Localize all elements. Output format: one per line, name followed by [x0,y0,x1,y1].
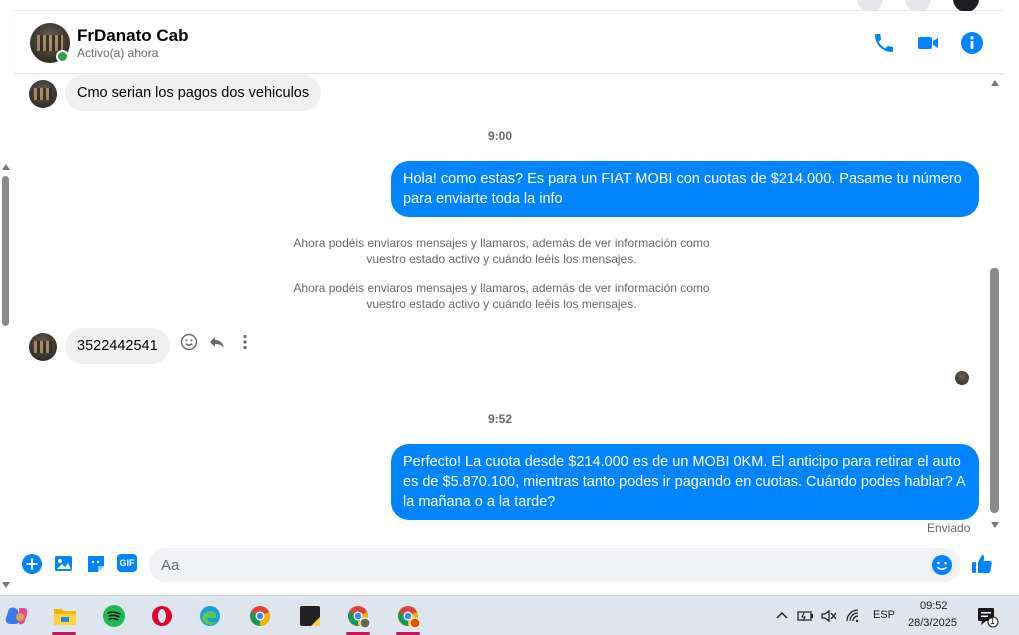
system-notice-line: Ahora podéis enviaros mensajes y llamaro… [293,281,710,295]
battery-icon[interactable] [797,608,815,624]
video-icon[interactable] [916,31,940,55]
outgoing-message[interactable]: Hola! como estas? Es para un FIAT MOBI c… [391,161,979,217]
online-indicator [56,50,69,63]
wifi-icon[interactable] [845,608,863,624]
thumbs-up-icon[interactable] [970,552,994,576]
gif-icon[interactable]: GIF [117,554,137,572]
more-options-icon[interactable] [235,333,255,353]
reply-icon[interactable] [207,333,227,353]
add-icon[interactable] [21,553,43,575]
system-notice-line: vuestro estado activo y cuándo leéis los… [366,252,637,266]
chrome-icon[interactable] [242,600,278,632]
outgoing-message[interactable]: Perfecto! La cuota desde $214.000 es de … [391,444,979,520]
sent-status: Enviado [927,521,971,535]
phone-icon[interactable] [872,31,896,55]
message-timestamp: 9:52 [487,412,513,426]
notifications-icon[interactable]: 1 [977,606,999,628]
volume-muted-icon[interactable] [820,608,838,624]
copilot-icon[interactable] [0,600,34,632]
sticky-notes-icon[interactable] [292,600,328,632]
info-icon[interactable] [960,31,984,55]
chat-scrollbar[interactable] [988,75,1002,537]
chat-header: FrDanato Cab Activo(a) ahora [14,11,1004,74]
page-scroll-thumb[interactable] [2,176,9,326]
clock-time[interactable]: 09:52 [920,600,948,612]
message-timestamp: 9:00 [487,129,513,143]
message-list[interactable]: Cmo serian los pagos dos vehiculos 9:00 … [14,75,986,540]
edge-icon[interactable] [192,600,228,632]
sender-avatar[interactable] [29,80,57,108]
system-notice: Ahora podéis enviaros mensajes y llamaro… [274,235,729,267]
sticker-icon[interactable] [85,553,107,575]
notification-count: 1 [990,616,996,626]
scroll-down-arrow-icon[interactable] [2,582,10,588]
contact-name[interactable]: FrDanato Cab [77,26,188,46]
gallery-icon[interactable] [53,553,75,575]
scroll-up-arrow-icon[interactable] [991,80,999,86]
file-explorer-icon[interactable] [46,600,82,635]
chrome-profile-2-icon[interactable] [390,600,426,635]
page-scrollbar[interactable] [0,160,12,590]
clock-date[interactable]: 28/3/2025 [908,617,957,629]
chat-scroll-thumb[interactable] [990,268,999,513]
seen-avatar [955,371,969,385]
system-notice-line: vuestro estado activo y cuándo leéis los… [366,297,637,311]
emoji-icon[interactable] [931,554,953,576]
system-notice-line: Ahora podéis enviaros mensajes y llamaro… [293,236,710,250]
top-strip [14,0,1004,12]
message-composer: GIF [14,540,1004,590]
taskbar: ESP 09:52 28/3/2025 1 [0,595,1019,635]
react-icon[interactable] [179,333,199,353]
incoming-message[interactable]: Cmo serian los pagos dos vehiculos [65,75,322,111]
sender-avatar[interactable] [29,333,57,361]
language-indicator[interactable]: ESP [873,609,895,621]
system-notice: Ahora podéis enviaros mensajes y llamaro… [274,280,729,312]
contact-status: Activo(a) ahora [77,46,159,60]
scroll-down-arrow-icon[interactable] [991,522,999,528]
opera-icon[interactable] [144,600,180,632]
scroll-up-arrow-icon[interactable] [2,164,10,170]
chrome-profile-icon[interactable] [340,600,376,635]
chevron-up-icon[interactable] [775,609,789,623]
message-input-wrapper[interactable] [149,548,961,582]
incoming-message[interactable]: 3522442541 [65,328,170,364]
message-input[interactable] [161,554,921,576]
spotify-icon[interactable] [96,600,132,632]
